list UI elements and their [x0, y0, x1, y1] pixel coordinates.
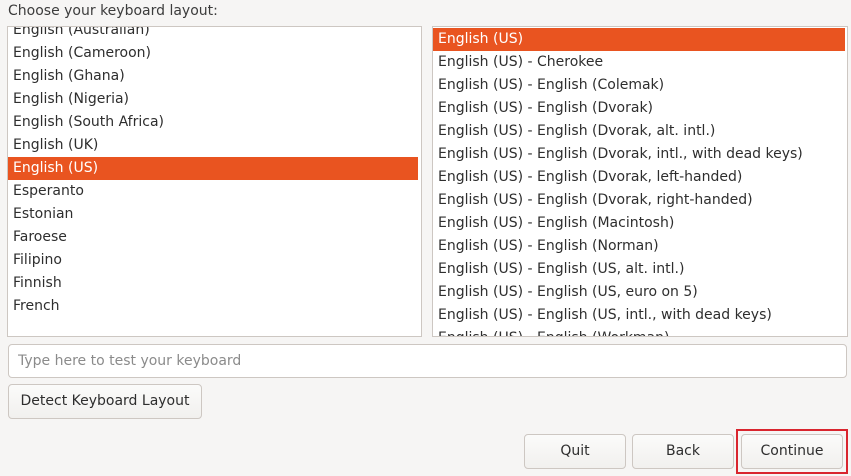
continue-button[interactable]: Continue — [741, 434, 843, 469]
language-list[interactable]: English (Australian) English (Cameroon) En… — [7, 26, 422, 337]
keyboard-test-input[interactable] — [8, 344, 847, 378]
layout-variant-list[interactable]: English (US) English (US) - Cherokee Engli… — [432, 26, 848, 337]
language-list-item[interactable]: Estonian — [8, 203, 421, 226]
language-list-item[interactable]: English (UK) — [8, 134, 421, 157]
language-list-item[interactable]: English (South Africa) — [8, 111, 421, 134]
language-list-item[interactable]: English (Nigeria) — [8, 88, 421, 111]
layout-variant-list-item[interactable]: English (US) - English (Dvorak, right-ha… — [433, 189, 847, 212]
detect-keyboard-layout-button[interactable]: Detect Keyboard Layout — [8, 384, 202, 419]
layout-variant-list-item-selected[interactable]: English (US) — [433, 28, 845, 51]
layout-variant-list-item[interactable]: English (US) - Cherokee — [433, 51, 847, 74]
layout-variant-list-item[interactable]: English (US) - English (US, alt. intl.) — [433, 258, 847, 281]
language-list-item[interactable]: Finnish — [8, 272, 421, 295]
layout-variant-list-item[interactable]: English (US) - English (Norman) — [433, 235, 847, 258]
layout-variant-list-items: English (US) English (US) - Cherokee Engli… — [433, 28, 847, 336]
language-list-item[interactable]: Esperanto — [8, 180, 421, 203]
layout-variant-list-item[interactable]: English (US) - English (Dvorak, alt. int… — [433, 120, 847, 143]
language-list-item[interactable]: English (Ghana) — [8, 65, 421, 88]
language-list-item[interactable]: Filipino — [8, 249, 421, 272]
layout-variant-list-item[interactable]: English (US) - English (Dvorak, left-han… — [433, 166, 847, 189]
language-list-item[interactable]: Faroese — [8, 226, 421, 249]
layout-variant-list-item[interactable]: English (US) - English (Workman) — [433, 327, 847, 336]
language-list-item-selected[interactable]: English (US) — [8, 157, 418, 180]
language-list-item[interactable]: French — [8, 295, 421, 318]
layout-variant-list-item[interactable]: English (US) - English (US, euro on 5) — [433, 281, 847, 304]
layout-variant-list-item[interactable]: English (US) - English (US, intl., with … — [433, 304, 847, 327]
layout-variant-list-item[interactable]: English (US) - English (Dvorak, intl., w… — [433, 143, 847, 166]
layout-variant-list-item[interactable]: English (US) - English (Macintosh) — [433, 212, 847, 235]
layout-variant-list-item[interactable]: English (US) - English (Dvorak) — [433, 97, 847, 120]
quit-button[interactable]: Quit — [524, 434, 626, 469]
language-list-items: English (Australian) English (Cameroon) En… — [8, 27, 421, 318]
language-list-item[interactable]: English (Australian) — [8, 27, 421, 42]
keyboard-layout-prompt: Choose your keyboard layout: — [8, 3, 218, 19]
back-button[interactable]: Back — [632, 434, 734, 469]
language-list-item[interactable]: English (Cameroon) — [8, 42, 421, 65]
layout-variant-list-item[interactable]: English (US) - English (Colemak) — [433, 74, 847, 97]
